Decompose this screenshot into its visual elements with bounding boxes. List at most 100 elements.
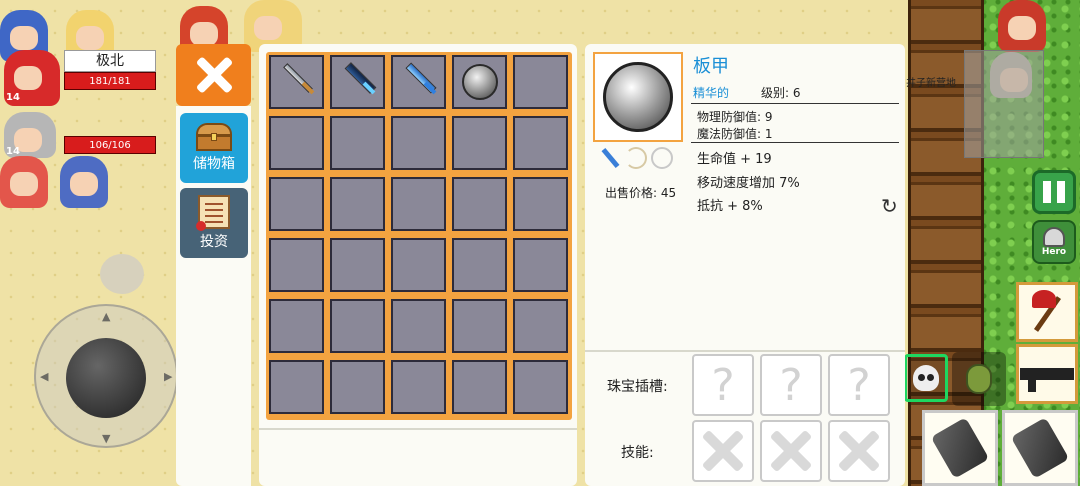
ally-hp-bar: 106/106 (64, 136, 156, 154)
inventory-cell[interactable] (452, 238, 507, 292)
weapon-slot-rifle[interactable] (1016, 344, 1078, 404)
tab-invest[interactable]: 投资 (180, 188, 248, 258)
party-unit (60, 156, 108, 208)
locked-icon (769, 429, 813, 473)
class-icons (599, 146, 679, 170)
player-hp-bar: 181/181 (64, 72, 156, 90)
inventory-cell[interactable] (391, 177, 446, 231)
inventory-cell[interactable] (513, 55, 568, 109)
divider (691, 103, 899, 104)
inventory-cell[interactable] (513, 299, 568, 353)
inventory-cell[interactable] (269, 360, 324, 414)
gun-slot-left[interactable] (922, 410, 998, 486)
magic-defense: 魔法防御值: 1 (697, 127, 773, 141)
inventory-cell[interactable] (269, 299, 324, 353)
inventory-cell[interactable] (391, 55, 446, 109)
scroll-icon (196, 195, 230, 231)
locked-icon (701, 429, 745, 473)
inventory-cell[interactable] (452, 360, 507, 414)
joystick-knob[interactable] (66, 338, 146, 418)
inventory-cell[interactable] (330, 299, 385, 353)
inventory-cell[interactable] (452, 177, 507, 231)
helmet-icon (1043, 227, 1065, 247)
hero-button-label: Hero (1041, 247, 1067, 257)
joystick-down-arrow: ▼ (102, 432, 111, 445)
refresh-icon[interactable]: ↻ (881, 194, 898, 218)
gem-slot[interactable]: ? (760, 354, 822, 416)
sword-class-icon (599, 147, 621, 169)
plate-armor-icon (603, 62, 673, 132)
inventory-cell[interactable] (330, 116, 385, 170)
hero-button[interactable]: Hero (1032, 220, 1076, 264)
blue-sword-icon (399, 62, 439, 102)
physical-defense: 物理防御值: 9 (697, 110, 773, 124)
steel-sword-icon (277, 62, 317, 102)
inventory-cell[interactable] (391, 360, 446, 414)
plate-armor-icon (461, 64, 498, 100)
divider (691, 142, 899, 143)
gem-slots-label: 珠宝插槽: (607, 379, 668, 395)
close-icon (194, 55, 234, 95)
joystick-up-arrow: ▲ (102, 310, 111, 323)
grenade-button[interactable] (952, 352, 1006, 406)
inventory-cell[interactable] (330, 360, 385, 414)
skill-slot-locked (828, 420, 890, 482)
tab-storage-label: 储物箱 (193, 156, 235, 172)
locked-icon (837, 429, 881, 473)
detail-divider (585, 350, 905, 352)
gatling-gun-icon (930, 417, 990, 479)
inventory-cell[interactable] (330, 177, 385, 231)
map-location-label: 井子新营地 (906, 78, 956, 89)
inventory-panel (259, 44, 577, 486)
inventory-cell[interactable] (269, 55, 324, 109)
minimap[interactable] (964, 50, 1044, 158)
gun-slot-right[interactable] (1002, 410, 1078, 486)
dark-greatsword-icon (338, 62, 378, 102)
gem-slot[interactable]: ? (692, 354, 754, 416)
gem-slot[interactable]: ? (828, 354, 890, 416)
bonus-hp: 生命值 + 19 (697, 152, 772, 167)
grenade-icon (966, 364, 992, 394)
ally-level: 14 (6, 146, 20, 157)
tab-invest-label: 投资 (200, 234, 228, 250)
tab-storage[interactable]: 储物箱 (180, 113, 248, 183)
bonus-resist: 抵抗 + 8% (697, 199, 763, 214)
inventory-cell[interactable] (391, 238, 446, 292)
inventory-cell[interactable] (391, 116, 446, 170)
player-name-tag: 极北 (64, 50, 156, 72)
inventory-cell[interactable] (452, 299, 507, 353)
inventory-cell[interactable] (269, 238, 324, 292)
pause-button[interactable] (1032, 170, 1076, 214)
inventory-cell[interactable] (452, 55, 507, 109)
skills-label: 技能: (621, 445, 654, 461)
nav-panel: 储物箱 投资 (176, 106, 251, 486)
item-name: 板甲 (693, 56, 729, 77)
inventory-cell[interactable] (513, 177, 568, 231)
close-button[interactable] (176, 44, 251, 106)
treasure-chest-icon (196, 123, 232, 151)
inventory-cell[interactable] (391, 299, 446, 353)
inventory-grid (266, 52, 572, 420)
inventory-cell[interactable] (330, 55, 385, 109)
skill-slot-locked (760, 420, 822, 482)
inventory-cell[interactable] (269, 177, 324, 231)
inventory-cell[interactable] (330, 238, 385, 292)
weapon-slot-axe[interactable] (1016, 282, 1078, 342)
rifle-icon (1020, 368, 1074, 392)
inventory-cell[interactable] (269, 116, 324, 170)
inventory-cell[interactable] (452, 116, 507, 170)
skill-slot-locked (692, 420, 754, 482)
player-level: 14 (6, 92, 20, 103)
target-skill-button[interactable] (904, 354, 948, 402)
item-portrait (593, 52, 683, 142)
enemy-unit (998, 0, 1046, 52)
joystick-left-arrow: ◀ (40, 370, 49, 383)
rock-prop (100, 254, 144, 294)
inventory-cell[interactable] (513, 238, 568, 292)
bonus-speed: 移动速度增加 7% (697, 176, 800, 191)
inventory-cell[interactable] (513, 116, 568, 170)
item-detail-panel: 板甲 精华的 级别: 6 物理防御值: 9 魔法防御值: 1 生命值 + 19 … (585, 44, 905, 486)
item-rarity: 精华的 (693, 86, 730, 100)
joystick-right-arrow: ▶ (164, 370, 173, 383)
inventory-cell[interactable] (513, 360, 568, 414)
